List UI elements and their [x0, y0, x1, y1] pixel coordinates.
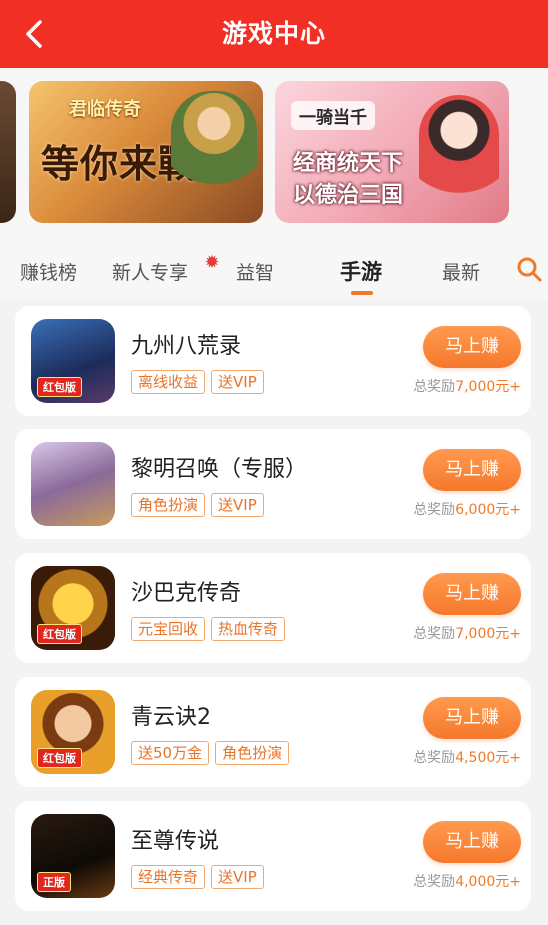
earn-now-button[interactable]: 马上赚 — [423, 326, 521, 368]
banner-yiqi-dangqian[interactable]: 一骑当千 经商统天下 以德治三国 — [275, 81, 509, 223]
search-icon — [517, 257, 542, 282]
banner-logo: 一骑当千 — [291, 101, 375, 130]
tab-latest[interactable]: 最新 — [442, 258, 480, 285]
total-reward: 总奖励6,000元+ — [413, 499, 521, 519]
earn-now-button[interactable]: 马上赚 — [423, 449, 521, 491]
game-tags: 送50万金 角色扮演 — [131, 741, 290, 765]
game-icon[interactable]: 正版 — [31, 814, 115, 898]
banner-character-illustration — [419, 95, 499, 221]
reward-label: 总奖励 — [413, 379, 456, 395]
game-name: 九州八荒录 — [131, 334, 242, 359]
banner-logo: 君临传奇 — [69, 99, 141, 120]
sparkle-icon: ✹ — [204, 252, 220, 273]
game-tag: 送VIP — [211, 370, 264, 394]
hongbao-badge: 红包版 — [37, 624, 82, 644]
total-reward: 总奖励7,000元+ — [413, 376, 521, 396]
active-tab-indicator — [351, 291, 373, 295]
earn-now-button[interactable]: 马上赚 — [423, 821, 521, 863]
earn-now-button[interactable]: 马上赚 — [423, 573, 521, 615]
tab-newcomer[interactable]: 新人专享 — [112, 258, 188, 285]
game-card[interactable]: 黎明召唤（专服） 角色扮演 送VIP 马上赚 总奖励6,000元+ — [15, 429, 531, 539]
game-tag: 离线收益 — [131, 370, 206, 394]
hongbao-badge: 红包版 — [37, 377, 82, 397]
header-bar: 游戏中心 — [0, 0, 548, 68]
tab-earn-ranking[interactable]: 赚钱榜 — [20, 258, 77, 285]
total-reward: 总奖励4,500元+ — [413, 747, 521, 767]
total-reward: 总奖励7,000元+ — [413, 623, 521, 643]
reward-value: 6,000元+ — [455, 502, 521, 518]
game-tag: 角色扮演 — [131, 493, 206, 517]
banner-junlin-chuanqi[interactable]: 君临传奇 等你来戰 — [29, 81, 263, 223]
banner-warrior-illustration — [171, 91, 257, 221]
game-tag: 送VIP — [211, 493, 264, 517]
reward-label: 总奖励 — [413, 626, 456, 642]
game-tag: 送VIP — [211, 865, 264, 889]
game-tag: 经典传奇 — [131, 865, 206, 889]
tab-puzzle[interactable]: 益智 — [236, 258, 274, 285]
banner-slogan-line1: 经商统天下 — [293, 150, 404, 176]
search-button[interactable] — [514, 254, 544, 284]
game-name: 黎明召唤（专服） — [131, 457, 308, 482]
game-tag: 送50万金 — [131, 741, 210, 765]
hongbao-badge: 红包版 — [37, 748, 82, 768]
game-name: 沙巴克传奇 — [131, 581, 242, 606]
game-card[interactable]: 正版 至尊传说 经典传奇 送VIP 马上赚 总奖励4,000元+ — [15, 801, 531, 911]
banner-carousel[interactable]: 君临传奇 等你来戰 一骑当千 经商统天下 以德治三国 — [0, 68, 548, 240]
game-tag: 角色扮演 — [215, 741, 290, 765]
category-tabs: 赚钱榜 新人专享 益智 手游 最新 — [0, 240, 548, 300]
game-tags: 元宝回收 热血传奇 — [131, 617, 286, 641]
game-card[interactable]: 红包版 青云诀2 送50万金 角色扮演 马上赚 总奖励4,500元+ — [15, 677, 531, 787]
game-icon[interactable]: 红包版 — [31, 566, 115, 650]
tab-mobile-games[interactable]: 手游 — [340, 256, 382, 286]
game-tags: 离线收益 送VIP — [131, 370, 264, 394]
game-icon[interactable] — [31, 442, 115, 526]
total-reward: 总奖励4,000元+ — [413, 871, 521, 891]
game-tag: 热血传奇 — [211, 617, 286, 641]
game-icon[interactable]: 红包版 — [31, 690, 115, 774]
banner-partial-left[interactable] — [0, 81, 16, 223]
game-card[interactable]: 红包版 九州八荒录 离线收益 送VIP 马上赚 总奖励7,000元+ — [15, 306, 531, 416]
banner-slogan-line2: 以德治三国 — [293, 182, 404, 208]
game-tag: 元宝回收 — [131, 617, 206, 641]
reward-label: 总奖励 — [413, 502, 456, 518]
reward-value: 4,000元+ — [455, 874, 521, 890]
reward-value: 7,000元+ — [455, 379, 521, 395]
earn-now-button[interactable]: 马上赚 — [423, 697, 521, 739]
reward-label: 总奖励 — [413, 750, 456, 766]
official-badge: 正版 — [37, 872, 71, 892]
reward-value: 7,000元+ — [455, 626, 521, 642]
game-tags: 角色扮演 送VIP — [131, 493, 264, 517]
reward-label: 总奖励 — [413, 874, 456, 890]
reward-value: 4,500元+ — [455, 750, 521, 766]
game-name: 青云诀2 — [131, 705, 211, 730]
game-card[interactable]: 红包版 沙巴克传奇 元宝回收 热血传奇 马上赚 总奖励7,000元+ — [15, 553, 531, 663]
page-title: 游戏中心 — [221, 19, 326, 48]
game-name: 至尊传说 — [131, 829, 220, 854]
game-tags: 经典传奇 送VIP — [131, 865, 264, 889]
game-icon[interactable]: 红包版 — [31, 319, 115, 403]
